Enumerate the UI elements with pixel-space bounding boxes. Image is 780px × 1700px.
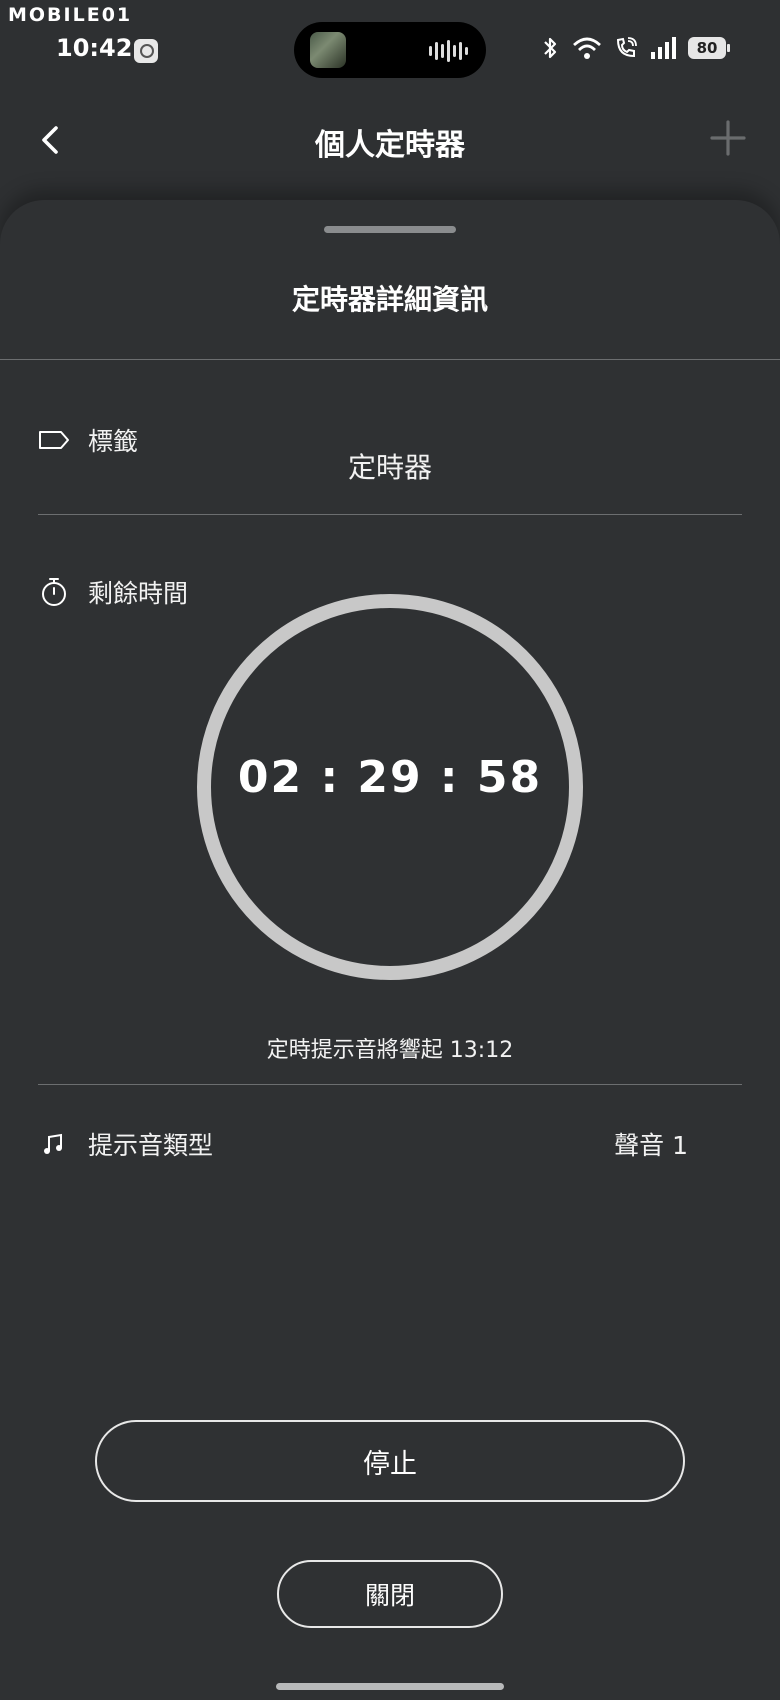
timer-details-sheet: 定時器詳細資訊 標籤 定時器 剩餘時間 02 : 29 : 58 定時提示音將響… [0, 200, 780, 1700]
page-title: 個人定時器 [315, 128, 465, 163]
alarm-time-note: 定時提示音將響起 13:12 [266, 1038, 514, 1063]
home-indicator[interactable] [276, 1683, 504, 1690]
status-clock: 10:42 [56, 34, 133, 62]
remaining-time-title: 剩餘時間 [88, 579, 189, 608]
navigation-bar: 個人定時器 [0, 90, 780, 190]
divider [38, 514, 742, 515]
music-note-icon [38, 1128, 70, 1160]
watermark-logo: MOBILE01 [8, 4, 133, 26]
battery-indicator: 80 [688, 37, 730, 59]
dynamic-island[interactable] [294, 22, 486, 78]
add-timer-button[interactable] [706, 116, 750, 160]
stopwatch-icon [38, 576, 70, 608]
stop-button[interactable]: 停止 [95, 1420, 685, 1502]
sound-type-row[interactable]: 提示音類型 [38, 1126, 213, 1162]
divider [38, 1084, 742, 1085]
audio-waveform-icon [429, 40, 468, 62]
system-icons: 80 [540, 36, 730, 60]
app-notification-icon [134, 39, 158, 63]
sheet-title: 定時器詳細資訊 [291, 283, 488, 316]
bluetooth-icon [544, 37, 557, 59]
timer-label-value[interactable]: 定時器 [0, 446, 780, 486]
sound-type-label: 提示音類型 [88, 1131, 214, 1160]
divider [0, 359, 780, 360]
sheet-grabber[interactable] [324, 226, 456, 233]
remaining-time-section-header: 剩餘時間 [38, 574, 188, 610]
close-button[interactable]: 關閉 [277, 1560, 503, 1628]
wifi-calling-icon [616, 37, 637, 58]
plus-icon [710, 120, 746, 156]
countdown-ring: 02 : 29 : 58 [195, 592, 585, 982]
album-art-thumbnail [310, 32, 346, 68]
sound-type-value[interactable]: 聲音 1 [614, 1126, 688, 1162]
wifi-icon [573, 37, 601, 59]
signal-strength-icon [651, 37, 676, 59]
status-bar: MOBILE01 10:42 80 [0, 0, 780, 90]
countdown-time: 02 : 29 : 58 [237, 752, 543, 803]
